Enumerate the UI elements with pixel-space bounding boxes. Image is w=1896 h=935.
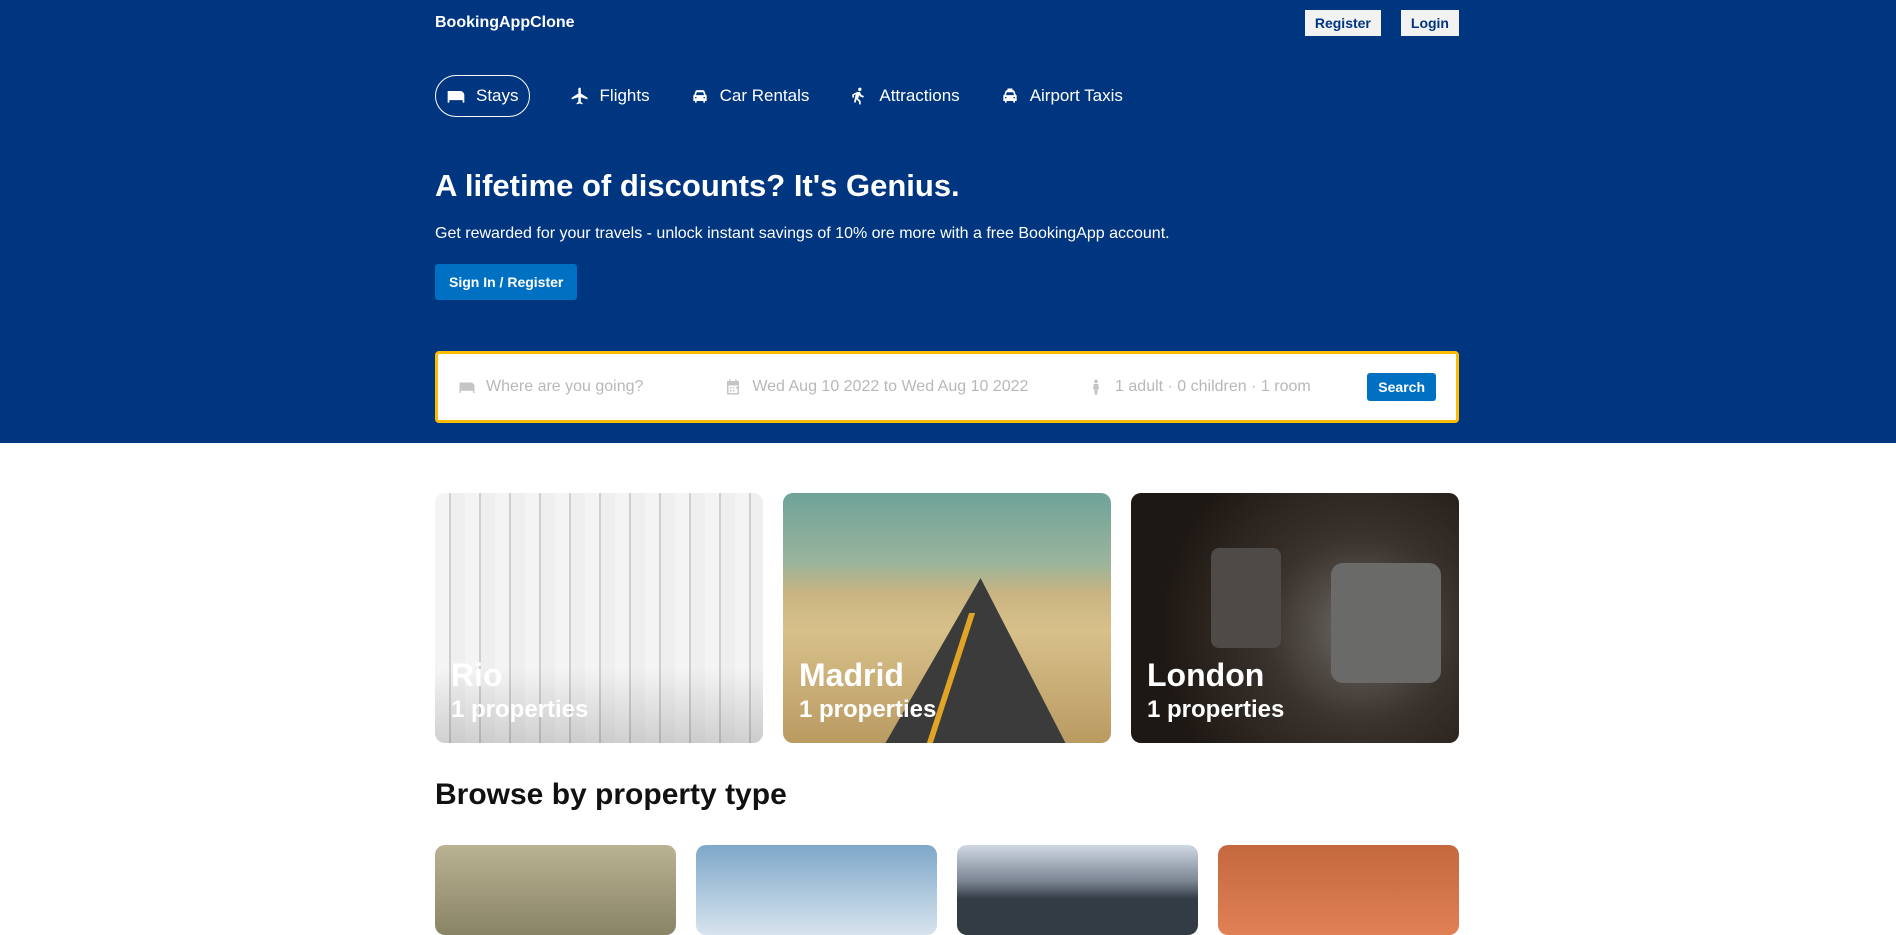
guest-options-field[interactable]: 1 adult · 0 children · 1 room	[1087, 378, 1367, 396]
tab-flights[interactable]: Flights	[570, 75, 650, 117]
property-type-card[interactable]	[435, 845, 676, 935]
logo[interactable]: BookingAppClone	[435, 14, 575, 32]
destination-placeholder: Where are you going?	[486, 378, 644, 395]
card-image	[1211, 548, 1281, 648]
featured-card-london[interactable]: London 1 properties	[1131, 493, 1459, 743]
property-types-list	[435, 845, 1459, 935]
featured-city-count: 1 properties	[451, 696, 589, 723]
search-bar: Where are you going? Wed Aug 10 2022 to …	[435, 351, 1459, 423]
destination-field[interactable]: Where are you going?	[458, 378, 724, 396]
header-hero: BookingAppClone Register Login Stays Fli…	[0, 0, 1896, 443]
bed-icon	[459, 382, 475, 393]
card-image-detail	[1331, 563, 1441, 683]
calendar-icon	[727, 379, 740, 395]
property-type-card[interactable]	[957, 845, 1198, 935]
header-tabs: Stays Flights Car Rentals Attractions Ai…	[435, 75, 1459, 117]
property-type-card[interactable]	[696, 845, 937, 935]
sign-in-register-button[interactable]: Sign In / Register	[435, 264, 578, 300]
search-button[interactable]: Search	[1367, 373, 1436, 401]
hero-title: A lifetime of discounts? It's Genius.	[435, 168, 960, 203]
tab-label: Flights	[599, 86, 650, 105]
tab-car-rentals[interactable]: Car Rentals	[690, 75, 810, 117]
taxi-icon	[1003, 88, 1017, 103]
tab-label: Attractions	[879, 86, 960, 105]
guest-options-text: 1 adult · 0 children · 1 room	[1115, 378, 1311, 395]
nav-buttons: Register Login	[1304, 10, 1459, 36]
featured-city-count: 1 properties	[1147, 696, 1285, 723]
tab-attractions[interactable]: Attractions	[849, 75, 960, 117]
person-walking-icon	[852, 87, 865, 105]
tab-label: Airport Taxis	[1029, 86, 1123, 105]
featured-city-name: London	[1147, 657, 1265, 693]
login-button[interactable]: Login	[1400, 10, 1459, 36]
plane-icon	[571, 87, 588, 105]
featured-card-madrid[interactable]: Madrid 1 properties	[783, 493, 1111, 743]
featured-card-rio[interactable]: Rio 1 properties	[435, 493, 763, 743]
featured-city-name: Madrid	[799, 657, 904, 693]
tab-label: Car Rentals	[719, 86, 810, 105]
featured-city-name: Rio	[451, 657, 503, 693]
date-range-text: Wed Aug 10 2022 to Wed Aug 10 2022	[752, 378, 1029, 395]
bed-icon	[447, 91, 465, 103]
hero-description: Get rewarded for your travels - unlock i…	[435, 225, 1170, 242]
property-type-card[interactable]	[1218, 845, 1459, 935]
navbar: BookingAppClone Register Login	[435, 0, 1459, 46]
featured-cities: Rio 1 properties Madrid 1 properties Lon…	[435, 493, 1459, 743]
person-icon	[1093, 379, 1100, 395]
tab-airport-taxis[interactable]: Airport Taxis	[1000, 75, 1123, 117]
featured-city-count: 1 properties	[799, 696, 937, 723]
tab-label: Stays	[476, 86, 519, 105]
date-range-field[interactable]: Wed Aug 10 2022 to Wed Aug 10 2022	[724, 378, 1087, 396]
tab-stays[interactable]: Stays	[435, 75, 530, 117]
register-button[interactable]: Register	[1304, 10, 1381, 36]
section-title: Browse by property type	[435, 778, 787, 811]
car-icon	[692, 90, 707, 103]
